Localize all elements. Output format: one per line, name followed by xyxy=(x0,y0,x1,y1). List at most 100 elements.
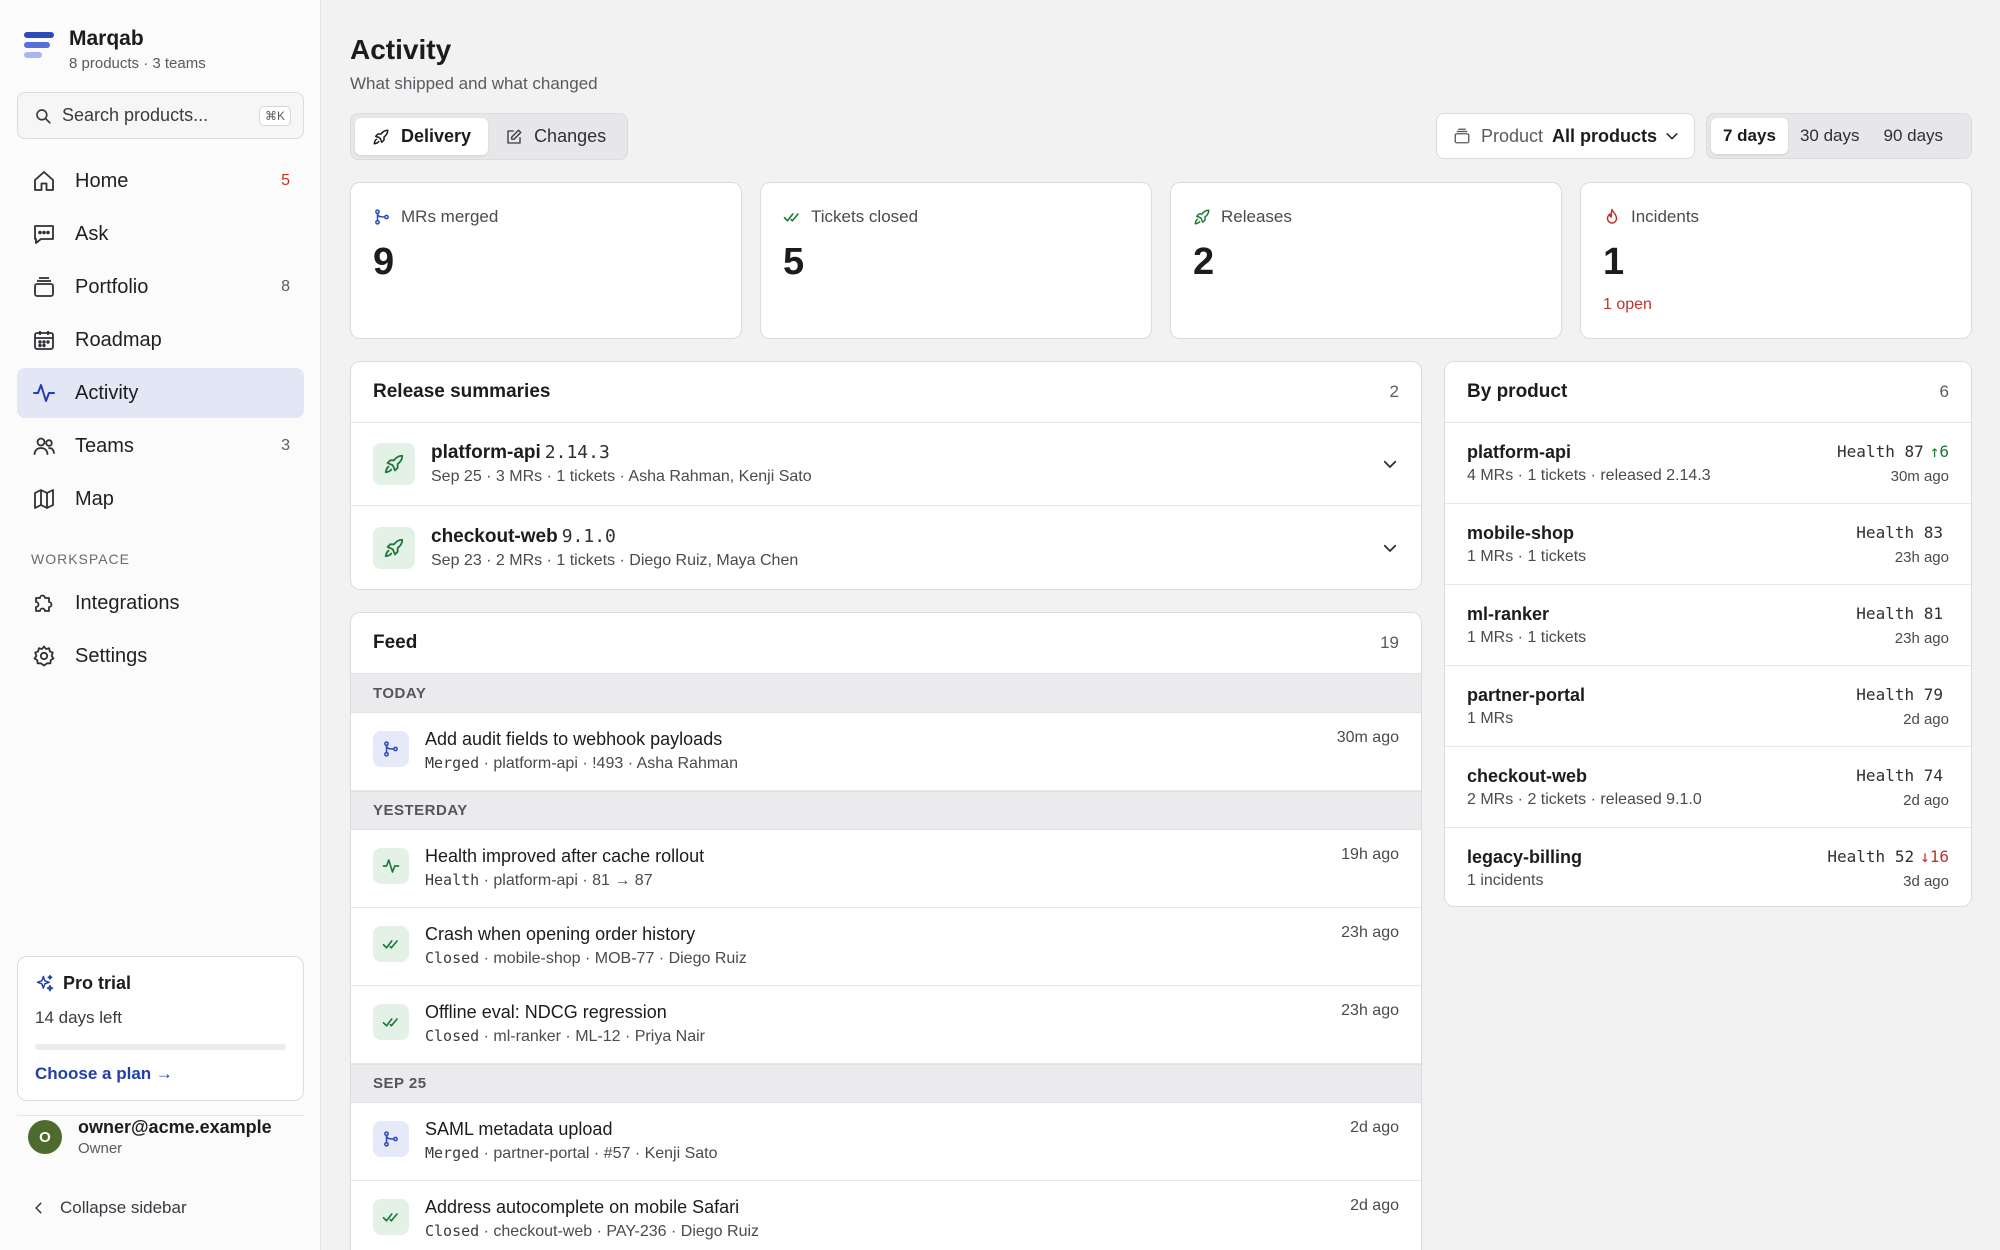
product-row[interactable]: mobile-shop 1 MRs · 1 tickets Health 83 … xyxy=(1445,504,1971,585)
merge-icon xyxy=(373,731,409,767)
feed-day-label: YESTERDAY xyxy=(351,791,1421,830)
feed-item-meta: · platform-api · !493 · Asha Rahman xyxy=(479,755,738,772)
product-health: Health 81 xyxy=(1856,603,1943,623)
health-delta: ↓16 xyxy=(1920,847,1949,866)
search-shortcut: ⌘K xyxy=(258,105,291,126)
users-icon xyxy=(31,433,57,459)
feed-item[interactable]: SAML metadata upload Merged · partner-po… xyxy=(351,1103,1421,1181)
health-delta: ↑6 xyxy=(1929,441,1949,461)
range-90-days[interactable]: 90 days xyxy=(1871,118,1955,154)
brand[interactable]: Marqab 8 products · 3 teams xyxy=(24,26,206,74)
product-health: Health 87 xyxy=(1837,441,1924,461)
stat-card-incidents[interactable]: Incidents 1 1 open xyxy=(1580,182,1972,339)
stat-value: 5 xyxy=(783,241,805,283)
product-health: Health 74 xyxy=(1856,765,1943,785)
release-summaries-card: Release summaries 2 platform-api 2.14.3 S… xyxy=(350,361,1422,590)
product-name: partner-portal xyxy=(1467,684,1586,705)
chevron-down-icon[interactable] xyxy=(1381,539,1399,557)
stack-icon xyxy=(31,274,57,300)
sidebar-item-teams[interactable]: Teams 3 xyxy=(17,421,304,471)
feed-item-title: Address autocomplete on mobile Safari xyxy=(425,1197,740,1217)
sparkles-icon xyxy=(35,974,55,994)
product-row[interactable]: checkout-web 2 MRs · 2 tickets · release… xyxy=(1445,747,1971,828)
product-meta: 1 incidents xyxy=(1467,872,1544,889)
range-30-days[interactable]: 30 days xyxy=(1788,118,1872,154)
feed-item-meta: · ml-ranker · ML-12 · Priya Nair xyxy=(479,1028,705,1045)
sidebar-item-label: Roadmap xyxy=(75,328,162,351)
sidebar-item-home[interactable]: Home 5 xyxy=(17,156,304,206)
sidebar-item-ask[interactable]: Ask xyxy=(17,209,304,259)
chevron-down-icon[interactable] xyxy=(1381,455,1399,473)
stat-card-tickets-closed[interactable]: Tickets closed 5 xyxy=(760,182,1152,339)
merge-icon xyxy=(373,1121,409,1157)
release-row[interactable]: platform-api 2.14.3 Sep 25 · 3 MRs · 1 ti… xyxy=(351,423,1421,506)
sidebar-item-label: Ask xyxy=(75,222,109,245)
user-email: owner@acme.example xyxy=(78,1117,272,1137)
feed-item[interactable]: Add audit fields to webhook payloads Mer… xyxy=(351,713,1421,791)
sidebar-item-integrations[interactable]: Integrations xyxy=(17,578,304,628)
card-title: Feed xyxy=(373,632,418,653)
product-row[interactable]: partner-portal 1 MRs Health 79 2d ago xyxy=(1445,666,1971,747)
product-health: Health 52 xyxy=(1827,847,1915,866)
calendar-icon xyxy=(31,327,57,353)
stat-card-releases[interactable]: Releases 2 xyxy=(1170,182,1562,339)
product-meta: 1 MRs · 1 tickets xyxy=(1467,547,1587,565)
card-count: 6 xyxy=(1939,382,1949,401)
tab-changes[interactable]: Changes xyxy=(488,118,623,155)
feed-item-time: 23h ago xyxy=(1341,1002,1399,1019)
date-range-toggle: 7 days 30 days 90 days xyxy=(1706,113,1972,159)
feed-item[interactable]: Crash when opening order history Closed … xyxy=(351,908,1421,986)
feed-item[interactable]: Offline eval: NDCG regression Closed · m… xyxy=(351,986,1421,1064)
product-filter-value: All products xyxy=(1552,125,1658,146)
sidebar-item-portfolio[interactable]: Portfolio 8 xyxy=(17,262,304,312)
sidebar-item-roadmap[interactable]: Roadmap xyxy=(17,315,304,365)
collapse-sidebar-button[interactable]: Collapse sidebar xyxy=(32,1198,187,1218)
feed-item-meta: · partner-portal · #57 · Kenji Sato xyxy=(479,1145,718,1162)
range-7-days[interactable]: 7 days xyxy=(1711,118,1788,154)
stat-label: Tickets closed xyxy=(811,207,919,226)
product-row[interactable]: platform-api 4 MRs · 1 tickets · release… xyxy=(1445,423,1971,504)
feed-item[interactable]: Health improved after cache rollout Heal… xyxy=(351,830,1421,908)
card-count: 2 xyxy=(1389,382,1399,401)
stat-label: Incidents xyxy=(1631,207,1700,226)
user-menu[interactable]: O owner@acme.example Owner xyxy=(28,1117,272,1157)
sidebar-item-activity[interactable]: Activity xyxy=(17,368,304,418)
feed-item-kind: Merged xyxy=(425,1144,480,1162)
release-meta: Sep 25 · 3 MRs · 1 tickets · Asha Rahman… xyxy=(431,468,812,485)
brand-subtitle: 8 products · 3 teams xyxy=(69,55,206,72)
feed-item-time: 19h ago xyxy=(1341,846,1399,863)
release-meta: Sep 23 · 2 MRs · 1 tickets · Diego Ruiz,… xyxy=(431,551,799,569)
stat-label: Releases xyxy=(1221,207,1292,226)
release-row[interactable]: checkout-web 9.1.0 Sep 23 · 2 MRs · 1 tic… xyxy=(351,506,1421,589)
sidebar-item-settings[interactable]: Settings xyxy=(17,631,304,681)
pulse-icon xyxy=(31,380,57,406)
choose-plan-link[interactable]: Choose a plan → xyxy=(35,1064,173,1084)
feed-item-time: 2d ago xyxy=(1350,1119,1399,1136)
product-time: 2d ago xyxy=(1903,791,1949,809)
feed-item-time: 23h ago xyxy=(1341,924,1399,941)
check-icon xyxy=(373,1199,409,1235)
feed-item[interactable]: Address autocomplete on mobile Safari Cl… xyxy=(351,1181,1421,1250)
page-subtitle: What shipped and what changed xyxy=(350,74,598,93)
product-filter-label: Product xyxy=(1481,125,1544,146)
stat-card-mrs-merged[interactable]: MRs merged 9 xyxy=(350,182,742,339)
product-time: 30m ago xyxy=(1890,467,1949,485)
tab-delivery[interactable]: Delivery xyxy=(355,118,489,155)
check-icon xyxy=(373,926,409,962)
product-filter-select[interactable]: Product All products xyxy=(1436,113,1695,159)
feed-item-meta: · checkout-web · PAY-236 · Diego Ruiz xyxy=(479,1223,760,1240)
sidebar-item-map[interactable]: Map xyxy=(17,474,304,524)
stat-value: 1 xyxy=(1603,241,1625,283)
feed-item-title: Offline eval: NDCG regression xyxy=(425,1002,667,1022)
product-row[interactable]: legacy-billing 1 incidents Health 52 ↓16 … xyxy=(1445,828,1971,906)
sidebar-item-label: Map xyxy=(75,487,114,510)
user-role: Owner xyxy=(78,1140,123,1157)
search-input[interactable]: Search products... ⌘K xyxy=(17,92,304,139)
product-meta: 1 MRs · 1 tickets xyxy=(1467,628,1587,646)
by-product-card: By product 6 platform-api 4 MRs · 1 tick… xyxy=(1444,361,1972,907)
feed-item-kind: Closed xyxy=(425,1222,480,1240)
home-icon xyxy=(31,168,57,194)
trial-progress-bar xyxy=(35,1044,286,1050)
rocket-icon xyxy=(373,526,415,569)
product-row[interactable]: ml-ranker 1 MRs · 1 tickets Health 81 23… xyxy=(1445,585,1971,666)
